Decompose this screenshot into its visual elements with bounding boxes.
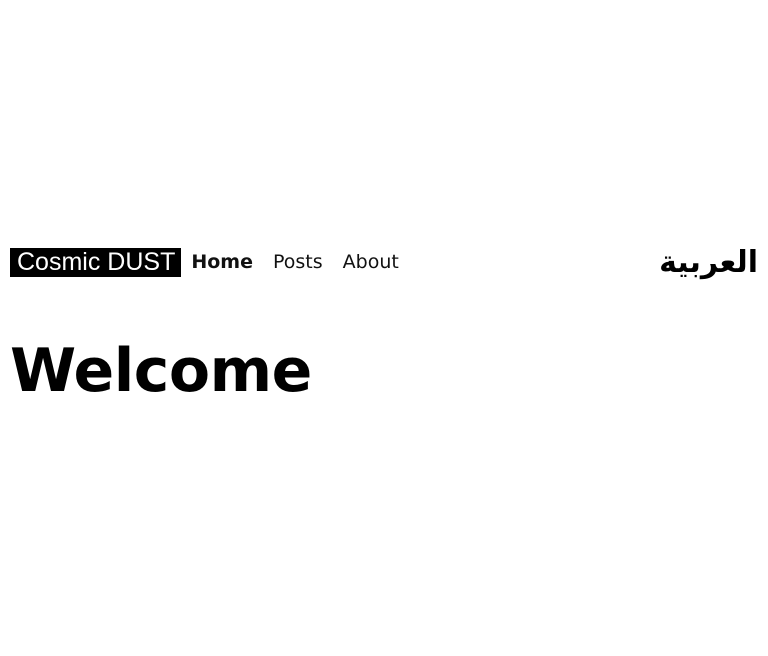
nav-about-link[interactable]: About [343,251,399,273]
page: Cosmic DUST Home Posts About العربية Wel… [0,0,768,656]
site-header: Cosmic DUST Home Posts About العربية [10,244,758,280]
language-switch-link[interactable]: العربية [659,245,758,280]
nav-home-link[interactable]: Home [191,251,253,273]
nav-posts-link[interactable]: Posts [273,251,323,273]
main-nav: Home Posts About [191,251,418,273]
site-logo[interactable]: Cosmic DUST [10,247,182,277]
page-title: Welcome [10,336,312,406]
